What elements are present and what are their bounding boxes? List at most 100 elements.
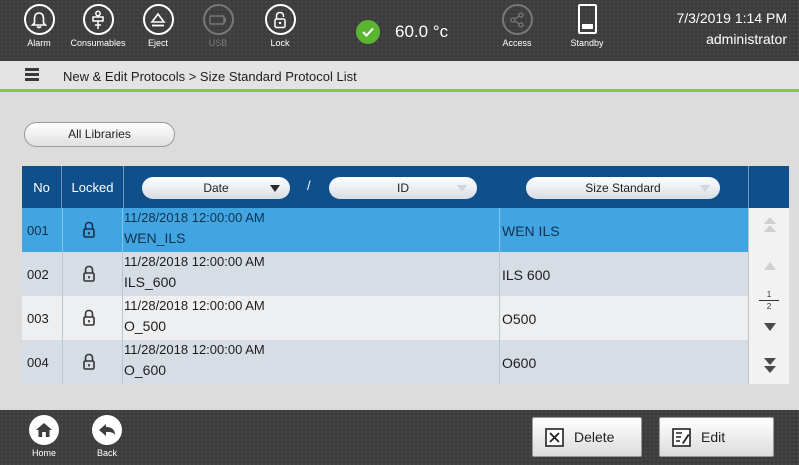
row-date: 11/28/2018 12:00:00 AM <box>124 298 265 313</box>
row-date-id: 11/28/2018 12:00:00 AM O_500 <box>124 298 265 334</box>
row-divider <box>499 208 500 252</box>
id-sort-dropdown[interactable]: ID <box>329 177 477 199</box>
sort-separator: / <box>307 178 311 193</box>
scroll-bottom-button[interactable] <box>749 354 790 381</box>
edit-label: Edit <box>701 429 726 445</box>
row-number: 002 <box>27 267 49 282</box>
temperature-value: 60.0 °c <box>395 22 449 41</box>
row-divider <box>499 340 500 384</box>
table-row[interactable]: 004 11/28/2018 12:00:00 AM O_600 O600 <box>22 340 748 384</box>
table-row[interactable]: 003 11/28/2018 12:00:00 AM O_500 O500 <box>22 296 748 340</box>
lock-icon <box>83 309 95 326</box>
breadcrumb: New & Edit Protocols > Size Standard Pro… <box>63 69 357 84</box>
scroll-top-button[interactable] <box>749 214 790 241</box>
top-toolbar: Alarm Consumables Eject USB Lock 60.0 °c <box>0 0 799 61</box>
eject-label: Eject <box>147 38 168 48</box>
home-button[interactable]: Home <box>24 415 64 458</box>
eject-button[interactable]: Eject <box>128 4 188 48</box>
home-label: Home <box>31 448 56 458</box>
table-header: No Locked Date / ID Size Standard <box>22 166 789 208</box>
size-standard-sort-dropdown[interactable]: Size Standard <box>526 177 720 199</box>
scroll-down-button[interactable] <box>749 320 790 338</box>
usb-label: USB <box>208 38 228 48</box>
row-date-id: 11/28/2018 12:00:00 AM O_600 <box>124 342 265 378</box>
edit-document-icon <box>672 427 691 447</box>
chevron-down-icon <box>700 185 710 192</box>
row-divider <box>62 340 63 384</box>
row-size-standard: O500 <box>502 311 537 327</box>
column-locked: Locked <box>62 166 124 208</box>
date-sort-label: Date <box>203 181 229 195</box>
chevron-down-icon <box>763 323 776 331</box>
row-divider <box>122 296 123 340</box>
standby-button[interactable]: Standby <box>557 4 617 48</box>
bell-icon <box>23 4 55 35</box>
row-divider <box>62 252 63 296</box>
date-sort-dropdown[interactable]: Date <box>142 177 290 199</box>
eject-icon <box>142 4 174 35</box>
alarm-button[interactable]: Alarm <box>9 4 69 48</box>
row-date: 11/28/2018 12:00:00 AM <box>124 254 265 269</box>
lock-icon <box>83 353 95 370</box>
back-button[interactable]: Back <box>87 415 127 458</box>
access-label: Access <box>502 38 532 48</box>
row-divider <box>122 340 123 384</box>
row-number: 001 <box>27 223 49 238</box>
lock-label: Lock <box>270 38 290 48</box>
access-button[interactable]: Access <box>487 4 547 48</box>
row-size-standard: O600 <box>502 355 537 371</box>
alarm-label: Alarm <box>27 38 51 48</box>
current-user: administrator <box>706 31 787 47</box>
delete-x-icon <box>545 427 564 447</box>
current-datetime: 7/3/2019 1:14 PM <box>676 10 787 26</box>
row-date: 11/28/2018 12:00:00 AM <box>124 210 265 225</box>
home-icon <box>29 415 59 445</box>
lock-icon <box>83 221 95 238</box>
usb-icon <box>202 4 234 35</box>
lock-icon <box>264 4 296 35</box>
delete-label: Delete <box>574 429 615 445</box>
row-divider <box>499 252 500 296</box>
lock-icon <box>83 265 95 282</box>
breadcrumb-bar: New & Edit Protocols > Size Standard Pro… <box>0 61 799 92</box>
share-icon <box>501 4 533 35</box>
row-date-id: 11/28/2018 12:00:00 AM WEN_ILS <box>124 210 265 246</box>
total-pages: 2 <box>766 302 772 311</box>
lock-button[interactable]: Lock <box>250 4 310 48</box>
row-size-standard: ILS 600 <box>502 267 551 283</box>
edit-button[interactable]: Edit <box>659 417 774 457</box>
size-standard-sort-label: Size Standard <box>585 181 661 195</box>
scroll-up-button[interactable] <box>749 259 790 277</box>
chevron-down-icon <box>457 185 467 192</box>
back-arrow-icon <box>92 415 122 445</box>
row-size-standard: WEN ILS <box>502 223 560 239</box>
back-label: Back <box>96 448 117 458</box>
table-scrollbar: 1 2 <box>748 208 789 384</box>
double-chevron-down-icon <box>763 358 776 373</box>
double-chevron-up-icon <box>763 217 776 232</box>
consumables-label: Consumables <box>70 38 126 48</box>
standby-label: Standby <box>570 38 604 48</box>
header-divider <box>748 166 749 208</box>
row-id: WEN_ILS <box>124 230 186 246</box>
column-no: No <box>22 166 62 208</box>
all-libraries-button[interactable]: All Libraries <box>24 122 175 147</box>
current-page: 1 <box>766 290 772 299</box>
consumables-button[interactable]: Consumables <box>68 4 128 48</box>
usb-button[interactable]: USB <box>188 4 248 48</box>
checkmark-icon <box>356 20 380 44</box>
delete-button[interactable]: Delete <box>532 417 642 457</box>
table-row[interactable]: 001 11/28/2018 12:00:00 AM WEN_ILS WEN I… <box>22 208 748 252</box>
id-sort-label: ID <box>397 181 409 195</box>
datetime-display: 7/3/2019 1:14 PM administrator <box>676 8 787 50</box>
temperature-status: 60.0 °c <box>356 20 448 44</box>
row-number: 003 <box>27 311 49 326</box>
row-date-id: 11/28/2018 12:00:00 AM ILS_600 <box>124 254 265 290</box>
menu-icon[interactable] <box>25 68 39 82</box>
chevron-down-icon <box>270 185 280 192</box>
row-id: O_500 <box>124 318 167 334</box>
table-row[interactable]: 002 11/28/2018 12:00:00 AM ILS_600 ILS 6… <box>22 252 748 296</box>
bottom-toolbar: Home Back Delete Edit <box>0 410 799 465</box>
row-number: 004 <box>27 355 49 370</box>
row-divider <box>122 208 123 252</box>
